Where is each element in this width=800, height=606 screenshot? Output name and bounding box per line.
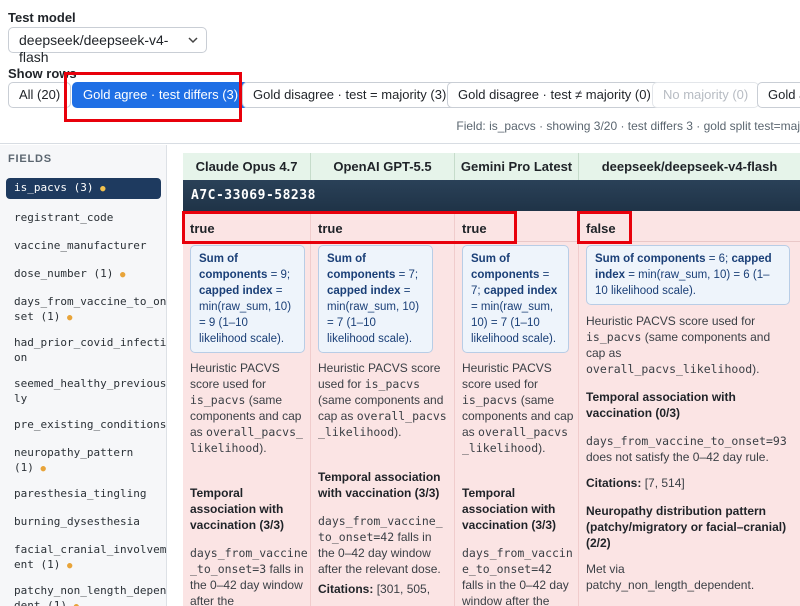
fields-sidebar: FIELDS is_pacvs (3) ● registrant_code va…	[0, 145, 167, 606]
sidebar-item-vaccine-manufacturer[interactable]: vaccine_manufacturer	[6, 236, 161, 255]
count-dot-icon: ●	[66, 313, 73, 323]
chevron-down-icon	[188, 37, 198, 44]
cell-gemini: true Sum of components = 7; capped index…	[455, 211, 579, 606]
sidebar-item-seemed-healthy-previously[interactable]: seemed_healthy_previous ly	[6, 374, 166, 408]
section-temporal: Temporal association with vaccination (3…	[318, 470, 441, 500]
sidebar-item-label: is_pacvs (3)	[14, 181, 94, 194]
highlight-box-test-value	[577, 211, 632, 244]
section-temporal: Temporal association with vaccination (0…	[586, 390, 736, 420]
sidebar-item-days-from-vaccine-to-onset[interactable]: days_from_vaccine_to_on set (1) ●	[6, 292, 166, 328]
column-header-gemini: Gemini Pro Latest	[455, 153, 579, 180]
filter-no-majority[interactable]: No majority (0)	[652, 82, 760, 108]
sidebar-item-label: pre_existing_conditions	[14, 418, 167, 431]
score-summary-box: Sum of components = 6; capped index = mi…	[586, 245, 790, 305]
sidebar-item-facial-cranial-involvement[interactable]: facial_cranial_involvem ent (1) ●	[6, 540, 166, 576]
sidebar-item-neuropathy-pattern[interactable]: neuropathy_pattern (1) ●	[6, 443, 161, 479]
sidebar-item-label: seemed_healthy_previous ly	[14, 377, 167, 405]
column-header-gpt: OpenAI GPT-5.5	[311, 153, 455, 180]
fields-heading: FIELDS	[8, 153, 52, 165]
cell-claude: true Sum of components = 9; capped index…	[183, 211, 311, 606]
sidebar-item-label: patchy_non_length_depen dent (1)	[14, 584, 167, 606]
test-model-label: Test model	[8, 10, 76, 25]
highlight-box-majority-values	[182, 211, 517, 244]
section-temporal: Temporal association with vaccination (3…	[462, 486, 557, 532]
sidebar-item-patchy-non-length-dependent[interactable]: patchy_non_length_depen dent (1) ●	[6, 581, 166, 606]
detail-text: days_from_vaccine_to_onset=93 does not s…	[586, 434, 787, 464]
highlight-box-filter	[64, 72, 242, 122]
sidebar-item-label: dose_number (1)	[14, 267, 114, 280]
description-text: Heuristic PACVS score used for is_pacvs …	[586, 314, 771, 376]
score-summary-box: Sum of components = 9; capped index = mi…	[190, 245, 305, 353]
met-via-text: Met via patchy_non_length_dependent.	[586, 562, 755, 592]
detail-text: days_from_vaccine_to_onset=3 falls in th…	[190, 546, 308, 606]
controls-panel: Test model deepseek/deepseek-v4-flash Sh…	[0, 0, 800, 144]
description-text: Heuristic PACVS score used for is_pacvs …	[190, 361, 303, 455]
sidebar-item-pre-existing-conditions[interactable]: pre_existing_conditions	[6, 415, 166, 434]
sidebar-item-label: registrant_code	[14, 211, 114, 224]
score-summary-box: Sum of components = 7; capped index = mi…	[462, 245, 569, 353]
cell-deepseek: false Sum of components = 6; capped inde…	[579, 211, 800, 606]
field-summary: Field: is_pacvs · showing 3/20 · test di…	[456, 119, 800, 133]
section-neuropathy: Neuropathy distribution pattern (patchy/…	[586, 504, 787, 550]
cell-gpt: true Sum of components = 7; capped index…	[311, 211, 455, 606]
filter-gold-disagree-test-majority[interactable]: Gold disagree · test = majority (3)	[242, 82, 458, 108]
sidebar-item-paresthesia-tingling[interactable]: paresthesia_tingling	[6, 484, 161, 503]
detail-text: days_from_vaccine_to_onset=42 falls in t…	[462, 546, 573, 606]
section-temporal: Temporal association with vaccination (3…	[190, 486, 285, 532]
description-text: Heuristic PACVS score used for is_pacvs …	[318, 361, 447, 439]
citations: Citations: [7, 514]	[586, 476, 685, 490]
sidebar-item-label: paresthesia_tingling	[14, 487, 147, 500]
test-model-value: deepseek/deepseek-v4-flash	[19, 32, 169, 65]
sidebar-item-is-pacvs[interactable]: is_pacvs (3) ●	[6, 178, 161, 199]
filter-gold-disagree-test-not-majority[interactable]: Gold disagree · test ≠ majority (0)	[447, 82, 662, 108]
sidebar-item-label: vaccine_manufacturer	[14, 239, 147, 252]
filter-gold-agree-more[interactable]: Gold a	[757, 82, 800, 108]
citations: Citations: [301, 505,	[318, 582, 431, 596]
count-dot-icon: ●	[40, 464, 46, 474]
sidebar-item-dose-number[interactable]: dose_number (1) ●	[6, 264, 161, 285]
sidebar-item-label: neuropathy_pattern (1)	[14, 446, 134, 474]
column-header-deepseek: deepseek/deepseek-v4-flash	[579, 153, 800, 180]
column-header-claude: Claude Opus 4.7	[183, 153, 311, 180]
description-text: Heuristic PACVS score used for is_pacvs …	[462, 361, 574, 455]
detail-text: days_from_vaccine_to_onset=42 falls in t…	[318, 514, 443, 576]
sidebar-item-label: burning_dysesthesia	[14, 515, 140, 528]
count-dot-icon: ●	[100, 184, 106, 194]
record-id-bar: A7C-33069-58238	[183, 180, 800, 211]
sidebar-item-had-prior-covid-infection[interactable]: had_prior_covid_infecti on	[6, 333, 166, 367]
count-dot-icon: ●	[66, 561, 73, 571]
score-summary-box: Sum of components = 7; capped index = mi…	[318, 245, 433, 353]
filter-all[interactable]: All (20)	[8, 82, 72, 108]
count-dot-icon: ●	[74, 602, 79, 606]
sidebar-item-registrant-code[interactable]: registrant_code	[6, 208, 161, 227]
sidebar-item-burning-dysesthesia[interactable]: burning_dysesthesia	[6, 512, 161, 531]
count-dot-icon: ●	[119, 270, 126, 280]
sidebar-item-label: days_from_vaccine_to_on set (1)	[14, 295, 167, 323]
sidebar-item-label: had_prior_covid_infecti on	[14, 336, 167, 364]
sidebar-item-label: facial_cranial_involvem ent (1)	[14, 543, 167, 571]
test-model-select[interactable]: deepseek/deepseek-v4-flash	[8, 27, 207, 65]
